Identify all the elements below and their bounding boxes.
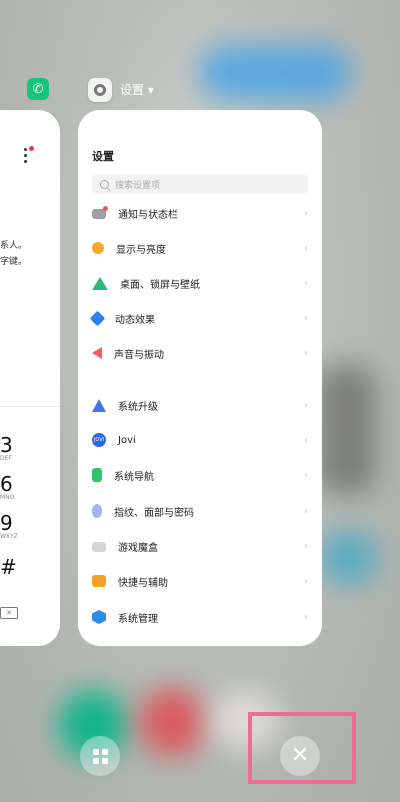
settings-item-label: Jovi — [118, 434, 136, 446]
blurred-background-app — [200, 45, 350, 100]
key-digit: 3 — [0, 433, 13, 457]
recent-app-card-settings[interactable]: 设置 搜索设置项 通知与状态栏 › 显示与亮度 › 桌面、锁屏与壁纸 › 动态效… — [78, 110, 322, 646]
chevron-right-icon: › — [304, 434, 308, 446]
sound-icon — [92, 347, 102, 359]
chevron-right-icon: › — [304, 540, 308, 552]
settings-item-display[interactable]: 显示与亮度 › — [92, 237, 308, 259]
settings-item-wallpaper[interactable]: 桌面、锁屏与壁纸 › — [92, 272, 308, 294]
settings-app-title[interactable]: 设置 ▾ — [120, 81, 154, 98]
key-letters: MNO — [0, 494, 15, 501]
settings-item-label: 桌面、锁屏与壁纸 — [120, 279, 200, 291]
chevron-right-icon: › — [304, 347, 308, 359]
system-navigation-icon — [92, 468, 102, 482]
settings-item-label: 游戏魔盒 — [118, 542, 158, 554]
notification-dot — [29, 146, 34, 151]
settings-item-shortcuts[interactable]: 快捷与辅助 › — [92, 570, 308, 592]
settings-app-icon[interactable] — [88, 78, 112, 102]
blurred-dock-icon — [138, 688, 206, 756]
text-snippet: 系人。 — [0, 241, 28, 251]
search-placeholder: 搜索设置项 — [115, 180, 161, 191]
settings-item-system-update[interactable]: 系统升级 › — [92, 394, 308, 416]
settings-item-system-management[interactable]: 系统管理 › — [92, 606, 308, 628]
settings-item-sound[interactable]: 声音与振动 › — [92, 342, 308, 364]
notification-icon — [92, 206, 108, 219]
settings-item-fingerprint[interactable]: 指纹、面部与密码 › — [92, 500, 308, 522]
dialpad-key-6: 6 MNO — [0, 472, 14, 501]
settings-item-label: 系统升级 — [118, 401, 158, 413]
system-update-icon — [92, 398, 106, 412]
settings-item-label: 系统管理 — [118, 613, 158, 625]
game-box-icon — [92, 542, 106, 552]
key-digit: 9 — [0, 511, 13, 535]
gear-icon — [94, 84, 106, 96]
key-letters: DEF — [0, 455, 12, 462]
chevron-right-icon: › — [304, 399, 308, 411]
chevron-right-icon: › — [304, 611, 308, 623]
blurred-background-app — [316, 365, 376, 495]
settings-item-label: 动态效果 — [115, 314, 155, 326]
settings-item-motion[interactable]: 动态效果 › — [89, 307, 308, 329]
chevron-right-icon: › — [304, 242, 308, 254]
recent-app-card-phone[interactable]: 系人。 字键。 3 DEF 6 MNO 9 WXYZ # ✕ — [0, 110, 60, 646]
chevron-right-icon: › — [304, 312, 308, 324]
wallpaper-icon — [92, 276, 108, 290]
settings-item-navigation[interactable]: 系统导航 › — [92, 464, 308, 486]
settings-item-label: 快捷与辅助 — [118, 577, 168, 589]
text-snippet: 字键。 — [0, 257, 28, 267]
key-digit: # — [0, 555, 17, 579]
phone-app-icon[interactable]: ✆ — [27, 78, 49, 100]
jovi-icon: JOVI — [92, 433, 106, 447]
more-menu-icon — [24, 148, 28, 166]
fingerprint-icon — [92, 504, 102, 518]
grid-view-button[interactable] — [80, 736, 120, 776]
settings-item-label: 通知与状态栏 — [118, 209, 178, 221]
chevron-right-icon: › — [304, 469, 308, 481]
settings-item-jovi[interactable]: JOVI Jovi › — [92, 429, 308, 451]
backspace-icon: ✕ — [0, 607, 18, 619]
dialpad-key-hash: # — [0, 555, 17, 579]
settings-item-label: 指纹、面部与密码 — [114, 507, 194, 519]
dialpad-key-9: 9 WXYZ — [0, 511, 18, 540]
settings-item-notifications[interactable]: 通知与状态栏 › — [92, 202, 308, 224]
key-digit: 6 — [0, 472, 13, 496]
shortcut-icon — [92, 575, 106, 587]
search-icon — [100, 179, 109, 189]
motion-effect-icon — [89, 310, 106, 326]
system-management-icon — [92, 610, 106, 624]
chevron-right-icon: › — [304, 575, 308, 587]
highlight-box — [248, 712, 356, 784]
chevron-right-icon: › — [304, 277, 308, 289]
grid-icon — [92, 748, 108, 764]
settings-item-game-box[interactable]: 游戏魔盒 › — [92, 535, 308, 557]
brightness-icon — [92, 242, 104, 254]
settings-item-label: 声音与振动 — [114, 349, 164, 361]
settings-item-label: 系统导航 — [114, 471, 154, 483]
chevron-right-icon: › — [304, 207, 308, 219]
chevron-right-icon: › — [304, 505, 308, 517]
search-input[interactable]: 搜索设置项 — [92, 174, 308, 194]
dialpad-key-3: 3 DEF — [0, 433, 13, 462]
key-letters: WXYZ — [0, 533, 18, 540]
blurred-background-app — [318, 530, 378, 585]
divider — [0, 406, 60, 407]
page-title: 设置 — [92, 150, 114, 163]
settings-item-label: 显示与亮度 — [116, 244, 166, 256]
